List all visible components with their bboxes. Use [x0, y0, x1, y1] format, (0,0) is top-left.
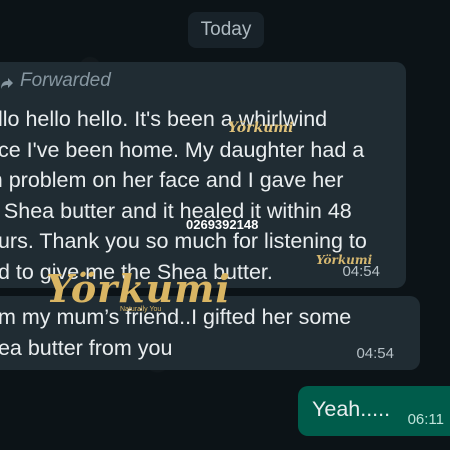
message-text: om my mum’s friend..I gifted her some ne… — [0, 305, 352, 360]
forwarded-indicator: Forwarded — [0, 70, 111, 92]
forwarded-label: Forwarded — [20, 70, 111, 91]
watermark-logo: Yörkumi — [316, 253, 373, 267]
date-chip: Today — [188, 12, 264, 48]
watermark-phone: 0269392148 — [186, 217, 259, 232]
message-time: 04:54 — [356, 345, 394, 362]
watermark-tagline: Naturally You — [120, 306, 162, 313]
message-bubble-outgoing[interactable]: Yeah..... 06:11 — [298, 386, 450, 436]
watermark-logo-large: Yörkumi — [46, 266, 231, 311]
message-text: Yeah..... — [312, 397, 391, 421]
date-chip-label: Today — [200, 19, 252, 40]
forward-arrow-icon — [0, 74, 14, 89]
watermark-logo: Yörkumi — [228, 120, 294, 136]
message-time: 06:11 — [407, 411, 444, 428]
